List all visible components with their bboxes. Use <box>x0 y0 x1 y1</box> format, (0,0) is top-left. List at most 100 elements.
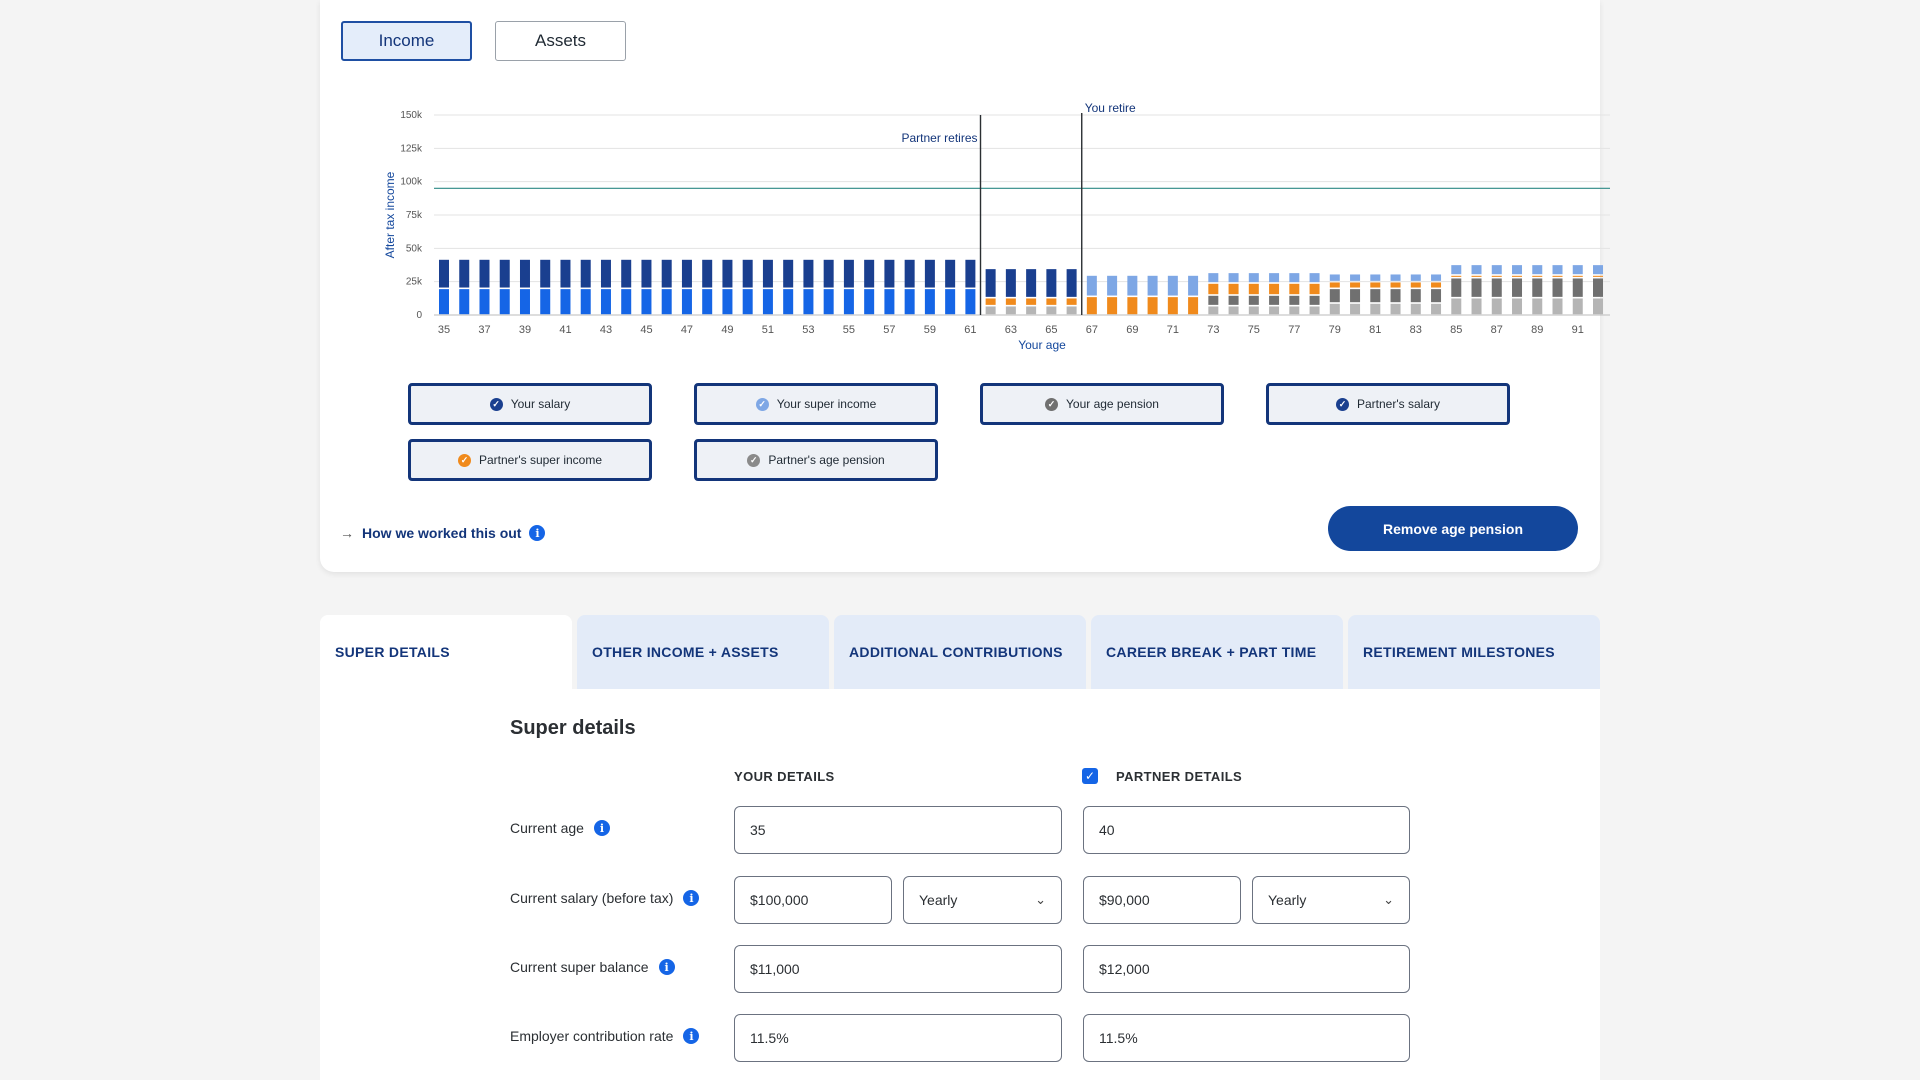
bar-segment-partner-salary <box>762 289 773 315</box>
bar-segment-partner-salary <box>580 289 591 315</box>
x-tick-label: 89 <box>1531 324 1543 336</box>
bar-segment-partner-age-pension <box>1390 303 1401 315</box>
bar-segment-partner-age-pension <box>1228 306 1239 315</box>
tab-additional-contributions[interactable]: ADDITIONAL CONTRIBUTIONS <box>834 615 1086 689</box>
bar-segment-partner-age-pension <box>1289 306 1300 315</box>
tab-super-details[interactable]: SUPER DETAILS <box>320 615 572 689</box>
bar-segment-partner-salary <box>479 289 490 315</box>
your-contribution-rate-input[interactable]: 11.5% <box>734 1014 1062 1062</box>
tab-career-break-part-time[interactable]: CAREER BREAK + PART TIME <box>1091 615 1343 689</box>
bar-segment-your-salary <box>904 259 915 288</box>
y-axis-label: After tax income <box>383 171 397 258</box>
bar-segment-partner-age-pension <box>1309 306 1320 315</box>
bar-segment-your-super-income <box>1228 273 1239 283</box>
bar-segment-your-age-pension <box>1572 278 1583 297</box>
income-bar-chart: 0 25k 50k 75k 100k 125k 150k After tax income 35… <box>383 101 1610 352</box>
partner-super-balance-input[interactable]: $12,000 <box>1083 945 1410 993</box>
bar-segment-partner-age-pension <box>1370 303 1381 315</box>
x-tick-label: 39 <box>519 324 531 336</box>
partner-details-checkbox[interactable]: ✓ <box>1082 768 1098 784</box>
info-icon[interactable]: i <box>683 1028 700 1044</box>
bar-segment-your-salary <box>600 259 611 288</box>
bar-segment-your-age-pension <box>1329 289 1340 303</box>
partner-salary-frequency-select[interactable]: Yearly ⌄ <box>1252 876 1410 924</box>
legend-partner-super-income[interactable]: ✓ Partner's super income <box>408 439 652 481</box>
bar-segment-your-salary <box>722 259 733 288</box>
bar-segment-your-age-pension <box>1228 295 1239 305</box>
income-toggle-button[interactable]: Income <box>341 21 472 61</box>
x-tick-label: 63 <box>1005 324 1017 336</box>
x-tick-label: 75 <box>1248 324 1260 336</box>
bar-segment-partner-salary <box>702 289 713 315</box>
bar-segment-your-salary <box>884 259 895 288</box>
legend-your-super-income[interactable]: ✓ Your super income <box>694 383 938 425</box>
legend-your-salary[interactable]: ✓ Your salary <box>408 383 652 425</box>
x-tick-label: 81 <box>1369 324 1381 336</box>
bar-segment-partner-super-income <box>1329 282 1340 288</box>
bar-segment-partner-age-pension <box>1572 298 1583 315</box>
tab-retirement-milestones[interactable]: RETIREMENT MILESTONES <box>1348 615 1600 689</box>
partner-contribution-rate-input[interactable]: 11.5% <box>1083 1014 1410 1062</box>
bar-segment-your-age-pension <box>1491 278 1502 297</box>
check-circle-icon: ✓ <box>1336 397 1349 411</box>
x-tick-label: 85 <box>1450 324 1462 336</box>
x-tick-label: 79 <box>1329 324 1341 336</box>
bar-segment-partner-salary <box>519 289 530 315</box>
bar-segment-partner-super-income <box>1451 275 1462 277</box>
legend-label: Your super income <box>776 397 877 411</box>
x-tick-label: 61 <box>964 324 976 336</box>
bar-segment-your-salary <box>1026 269 1037 297</box>
legend-partner-salary[interactable]: ✓ Partner's salary <box>1266 383 1510 425</box>
tab-other-income-assets[interactable]: OTHER INCOME + ASSETS <box>577 615 829 689</box>
bar-segment-partner-salary <box>843 289 854 315</box>
bar-segment-partner-super-income <box>1127 297 1138 315</box>
assets-toggle-button[interactable]: Assets <box>495 21 626 61</box>
bar-segment-partner-super-income <box>1350 282 1361 288</box>
bar-segment-partner-age-pension <box>985 306 996 315</box>
partner-salary-input[interactable]: $90,000 <box>1083 876 1241 924</box>
legend-your-age-pension[interactable]: ✓ Your age pension <box>980 383 1224 425</box>
current-super-balance-label: Current super balance <box>510 959 649 975</box>
x-tick-label: 67 <box>1086 324 1098 336</box>
how-we-worked-this-out-link[interactable]: → How we worked this out i <box>340 525 546 541</box>
current-super-balance-label-row: Current super balance i <box>510 959 675 975</box>
bar-segment-partner-super-income <box>1512 275 1523 277</box>
partner-age-input[interactable]: 40 <box>1083 806 1410 854</box>
bar-segment-your-super-income <box>1410 274 1421 281</box>
legend-partner-age-pension[interactable]: ✓ Partner's age pension <box>694 439 938 481</box>
bar-segment-partner-salary <box>803 289 814 315</box>
partner-details-heading: PARTNER DETAILS <box>1116 769 1243 784</box>
bar-segment-your-salary <box>1066 269 1077 297</box>
bar-segment-your-super-income <box>1491 265 1502 275</box>
y-tick-label: 125k <box>400 143 423 154</box>
bar-segment-partner-salary <box>924 289 935 315</box>
bar-segment-partner-super-income <box>1572 275 1583 277</box>
chevron-down-icon: ⌄ <box>1383 892 1394 907</box>
bar-segment-partner-super-income <box>1410 282 1421 288</box>
info-icon[interactable]: i <box>683 890 700 906</box>
bar-segment-your-salary <box>540 259 551 288</box>
info-icon[interactable]: i <box>658 959 675 975</box>
your-salary-frequency-select[interactable]: Yearly ⌄ <box>903 876 1062 924</box>
bar-segment-your-salary <box>783 259 794 288</box>
income-chart-card: Income Assets 0 25k 50k 75k 100k 125k 150k Afte… <box>320 0 1610 572</box>
current-salary-label-row: Current salary (before tax) i <box>510 890 700 906</box>
legend-label: Your age pension <box>1066 397 1159 411</box>
y-tick-label: 25k <box>406 277 423 288</box>
bar-segment-your-super-income <box>1329 274 1340 281</box>
remove-age-pension-button[interactable]: Remove age pension <box>1328 506 1578 551</box>
bar-segment-your-salary <box>681 259 692 288</box>
info-icon[interactable]: i <box>529 525 546 541</box>
your-age-input[interactable]: 35 <box>734 806 1062 854</box>
current-salary-label: Current salary (before tax) <box>510 890 674 906</box>
y-tick-label: 100k <box>400 177 423 188</box>
info-icon[interactable]: i <box>593 820 610 836</box>
bar-segment-your-super-income <box>1572 265 1583 275</box>
bar-segment-your-salary <box>945 259 956 288</box>
your-super-balance-input[interactable]: $11,000 <box>734 945 1062 993</box>
bar-segment-your-salary <box>499 259 510 288</box>
bar-segment-your-age-pension <box>1350 289 1361 303</box>
bar-segment-partner-salary <box>499 289 510 315</box>
x-tick-label: 35 <box>438 324 450 336</box>
your-salary-input[interactable]: $100,000 <box>734 876 892 924</box>
